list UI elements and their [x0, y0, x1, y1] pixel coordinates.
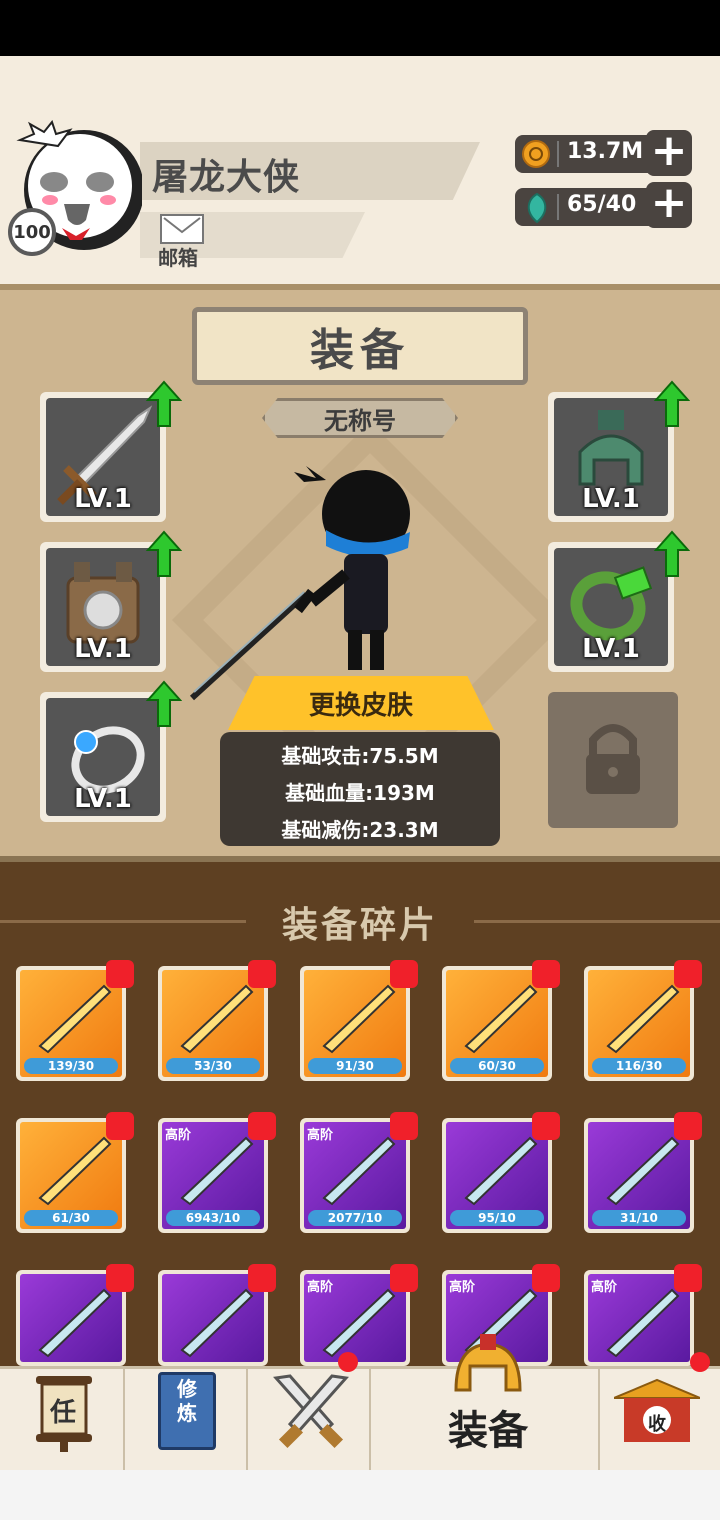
notification-dot	[338, 1352, 358, 1372]
change-skin-button[interactable]: 更换皮肤	[228, 676, 494, 730]
fragment-count: 91/30	[308, 1058, 402, 1074]
slot-level: LV.1	[74, 484, 132, 514]
notification-dot	[390, 1112, 418, 1140]
base-stats-box: 基础攻击:75.5M 基础血量:193M 基础减伤:23.3M	[220, 732, 500, 846]
notification-dot	[248, 960, 276, 988]
slot-level: LV.1	[582, 484, 640, 514]
nav-task-button[interactable]: 任	[36, 1374, 92, 1452]
fragment-count: 95/10	[450, 1210, 544, 1226]
nav-collection-glyph: 收	[648, 1414, 666, 1435]
coin-amount: 13.7M	[567, 139, 644, 164]
player-name: 屠龙大侠	[152, 157, 301, 198]
notification-dot	[674, 1264, 702, 1292]
tier-tag: 高阶	[449, 1280, 476, 1295]
lock-icon	[586, 724, 640, 794]
notification-dot	[532, 960, 560, 988]
notification-dot	[390, 1264, 418, 1292]
fragment-count: 139/30	[24, 1058, 118, 1074]
system-bar	[0, 1470, 720, 1520]
gem-icon	[527, 192, 547, 224]
notification-dot	[390, 960, 418, 988]
helmet-icon	[454, 1334, 522, 1392]
equipment-title: 装备	[192, 307, 528, 385]
gem-amount: 65/40	[567, 192, 637, 217]
nav-cultivate-button[interactable]: 修炼	[158, 1372, 216, 1450]
upgrade-arrow-icon	[654, 380, 690, 427]
notification-dot	[674, 960, 702, 988]
notification-dot	[106, 1264, 134, 1292]
nav-equipment-label[interactable]: 装备	[418, 1398, 558, 1456]
slot-level: LV.1	[74, 634, 132, 664]
honor-title[interactable]: 无称号	[262, 398, 458, 438]
stat-attack: 基础攻击:75.5M	[281, 744, 439, 768]
add-gem-button[interactable]: +	[646, 181, 692, 228]
divider	[123, 1366, 125, 1470]
divider	[369, 1366, 371, 1470]
notification-dot	[248, 1264, 276, 1292]
nav-collection-button[interactable]: 收	[613, 1376, 701, 1446]
fragment-count: 31/10	[592, 1210, 686, 1226]
upgrade-arrow-icon	[146, 680, 182, 727]
tier-tag: 高阶	[165, 1128, 192, 1143]
nav-cultivate-text: 修炼	[177, 1377, 197, 1425]
divider	[557, 194, 559, 220]
notification-dot	[674, 1112, 702, 1140]
upgrade-arrow-icon	[146, 380, 182, 427]
fragment-count: 6943/10	[166, 1210, 260, 1226]
coin-icon	[522, 140, 550, 168]
nav-equipment-icon[interactable]	[448, 1334, 528, 1404]
mailbox-icon[interactable]	[160, 214, 204, 244]
notification-dot	[106, 960, 134, 988]
divider	[557, 141, 559, 167]
nav-task-glyph: 任	[50, 1398, 77, 1428]
tier-tag: 高阶	[307, 1280, 334, 1295]
notification-dot	[248, 1112, 276, 1140]
crossed-swords-icon	[273, 1374, 349, 1449]
bottom-nav	[0, 1366, 720, 1470]
stat-damage-reduction: 基础减伤:23.3M	[281, 818, 439, 842]
equip-slot-locked[interactable]	[548, 692, 678, 828]
add-coin-button[interactable]: +	[646, 129, 692, 176]
notification-dot	[532, 1112, 560, 1140]
character-stickman	[189, 466, 410, 701]
slot-level: LV.1	[582, 634, 640, 664]
notification-dot	[532, 1264, 560, 1292]
mailbox-label[interactable]: 邮箱	[158, 242, 198, 271]
tier-tag: 高阶	[591, 1280, 618, 1295]
notification-dot	[106, 1112, 134, 1140]
nav-battle-button[interactable]	[270, 1372, 352, 1452]
upgrade-arrow-icon	[654, 530, 690, 577]
fragment-count: 53/30	[166, 1058, 260, 1074]
upgrade-arrow-icon	[146, 530, 182, 577]
fragment-count: 61/30	[24, 1210, 118, 1226]
tier-tag: 高阶	[307, 1128, 334, 1143]
status-bar	[0, 0, 720, 56]
divider	[598, 1366, 600, 1470]
envelope-icon	[163, 217, 201, 234]
fragment-count: 60/30	[450, 1058, 544, 1074]
fragment-count: 116/30	[592, 1058, 686, 1074]
fragment-count: 2077/10	[308, 1210, 402, 1226]
stat-hp: 基础血量:193M	[285, 781, 435, 805]
notification-dot	[690, 1352, 710, 1372]
fragments-title: 装备碎片	[281, 905, 438, 946]
slot-level: LV.1	[74, 784, 132, 814]
divider	[246, 1366, 248, 1470]
player-level-badge: 100	[8, 208, 56, 256]
